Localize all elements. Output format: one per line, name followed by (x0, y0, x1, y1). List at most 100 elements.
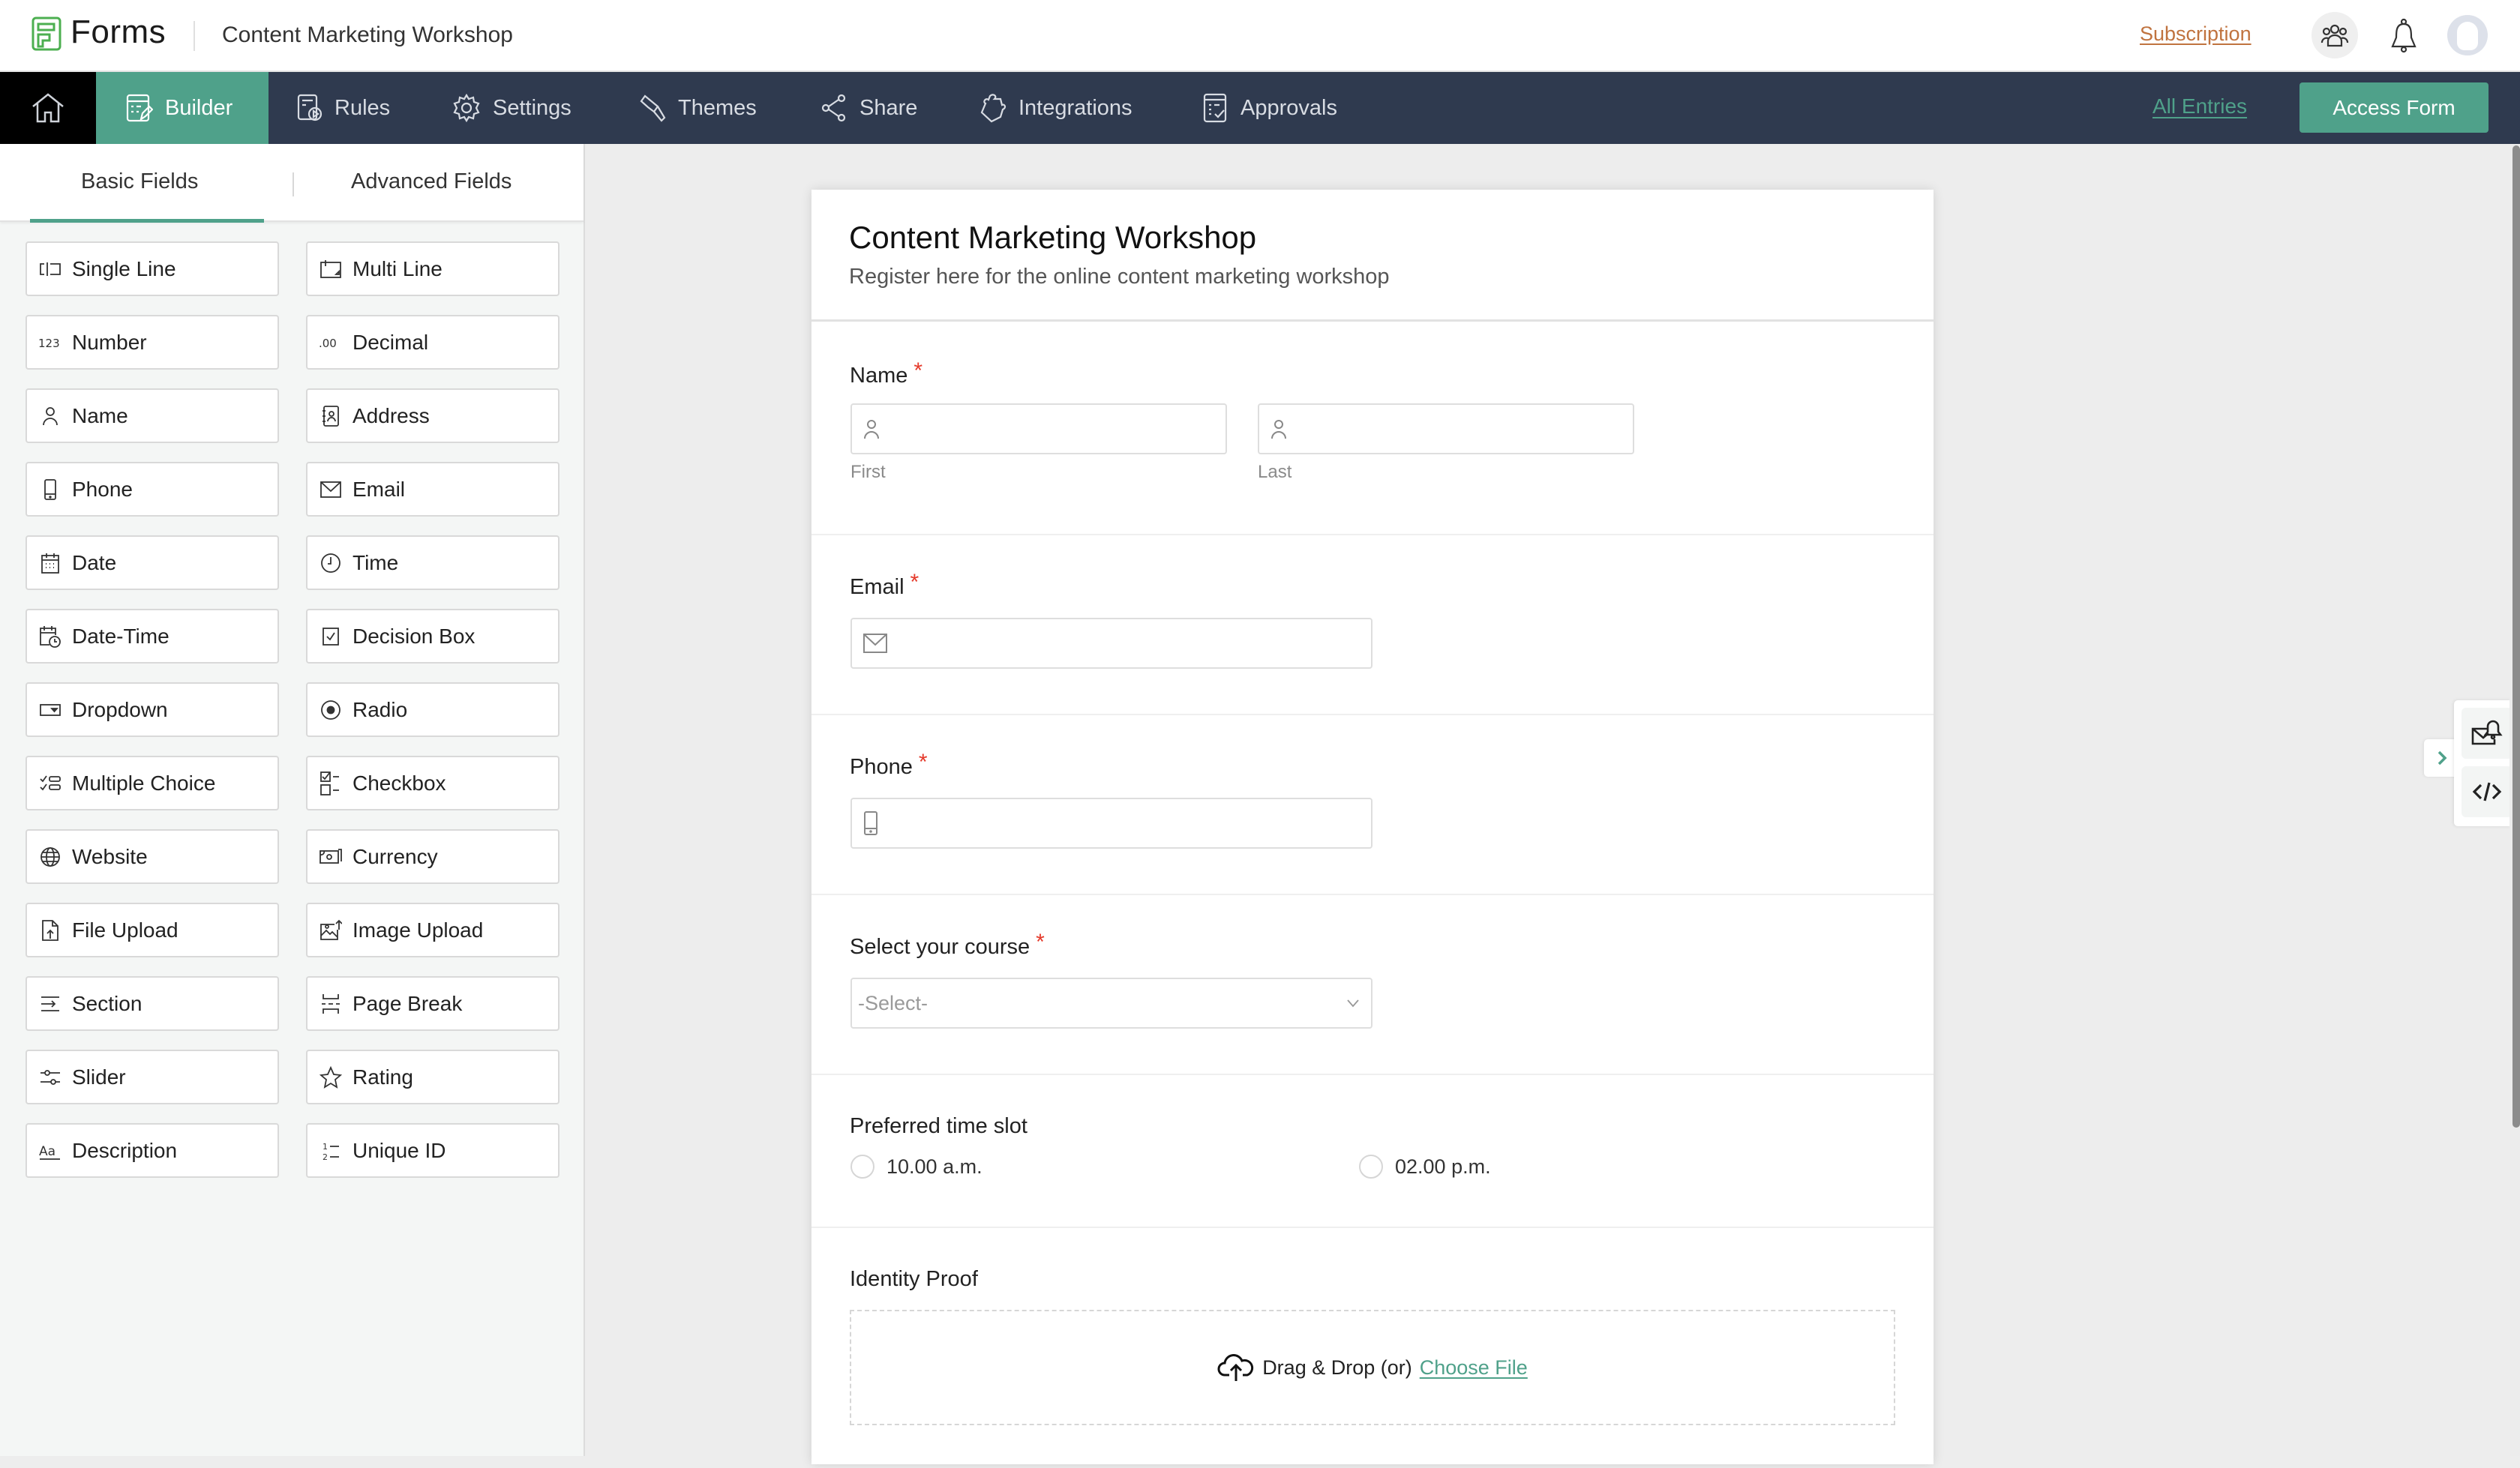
page-break-icon (318, 991, 344, 1017)
all-entries-link[interactable]: All Entries (2152, 94, 2247, 118)
user-avatar[interactable] (2447, 15, 2488, 55)
email-notification-button[interactable] (2462, 708, 2512, 759)
field-button-label: Section (72, 991, 142, 1015)
field-button-radio[interactable]: Radio (306, 682, 560, 737)
header-divider (194, 21, 195, 51)
field-button-time[interactable]: Time (306, 535, 560, 590)
email-input[interactable] (850, 618, 1372, 669)
puzzle-icon (980, 93, 1006, 123)
time-slot-field-section[interactable]: Preferred time slot 10.00 a.m. 02.00 p.m… (812, 1075, 1934, 1228)
tab-builder[interactable]: Builder (96, 72, 268, 144)
field-button-image-upload[interactable]: Image Upload (306, 903, 560, 957)
last-name-input[interactable] (1258, 403, 1634, 454)
access-form-button[interactable]: Access Form (2300, 82, 2488, 133)
field-button-label: Image Upload (352, 918, 484, 942)
field-button-date[interactable]: Date (26, 535, 279, 590)
course-label-text: Select your course (850, 935, 1030, 959)
course-label: Select your course * (850, 930, 1045, 960)
envelope-icon (862, 633, 888, 654)
active-tab-indicator (30, 219, 264, 223)
multiple-choice-icon (38, 771, 63, 796)
time-slot-option-1-label: 10.00 a.m. (886, 1155, 982, 1178)
field-button-email[interactable]: Email (306, 462, 560, 517)
field-button-phone[interactable]: Phone (26, 462, 279, 517)
field-button-currency[interactable]: Currency (306, 829, 560, 884)
file-dropzone[interactable]: Drag & Drop (or) Choose File (850, 1310, 1895, 1425)
tab-integrations[interactable]: Integrations (980, 72, 1132, 144)
choose-file-link[interactable]: Choose File (1420, 1356, 1528, 1380)
tab-share[interactable]: Share (820, 72, 917, 144)
forms-logo-icon[interactable] (32, 16, 62, 51)
tab-settings-label: Settings (493, 95, 572, 120)
home-button[interactable] (0, 72, 96, 144)
last-sublabel: Last (1258, 462, 1292, 482)
number-icon: 123 (38, 330, 63, 355)
field-button-number[interactable]: 123 Number (26, 315, 279, 370)
identity-proof-field-section[interactable]: Identity Proof Drag & Drop (or) Choose F… (812, 1228, 1934, 1468)
notifications-button[interactable] (2385, 15, 2422, 57)
field-button-label: Unique ID (352, 1138, 446, 1162)
email-notification-icon (2470, 718, 2504, 748)
email-field-section[interactable]: Email * (812, 535, 1934, 715)
field-button-file-upload[interactable]: File Upload (26, 903, 279, 957)
cloud-upload-icon (1217, 1353, 1255, 1383)
required-asterisk: * (914, 358, 923, 383)
field-button-page-break[interactable]: Page Break (306, 976, 560, 1031)
tab-themes-label: Themes (678, 95, 757, 120)
time-slot-option-1[interactable]: 10.00 a.m. (850, 1155, 982, 1179)
course-select[interactable]: -Select- (850, 978, 1372, 1029)
field-button-website[interactable]: Website (26, 829, 279, 884)
field-button-date-time[interactable]: Date-Time (26, 609, 279, 664)
address-book-icon (318, 403, 344, 429)
radio-button[interactable] (850, 1155, 874, 1179)
course-select-value: -Select- (858, 991, 928, 1014)
currency-icon (318, 844, 344, 870)
embed-code-button[interactable] (2462, 766, 2512, 817)
field-button-rating[interactable]: Rating (306, 1050, 560, 1104)
field-button-decimal[interactable]: .00 Decimal (306, 315, 560, 370)
field-button-label: Rating (352, 1065, 413, 1089)
globe-icon (38, 844, 63, 870)
field-button-checkbox[interactable]: Checkbox (306, 756, 560, 810)
form-header[interactable]: Content Marketing Workshop Register here… (812, 190, 1934, 322)
field-button-decision-box[interactable]: Decision Box (306, 609, 560, 664)
tab-settings[interactable]: Settings (452, 72, 572, 144)
field-button-label: Address (352, 403, 430, 427)
tab-themes[interactable]: Themes (639, 72, 757, 144)
field-button-description[interactable]: Aa Description (26, 1123, 279, 1178)
tab-basic-fields[interactable]: Basic Fields (81, 169, 198, 194)
phone-input[interactable] (850, 798, 1372, 849)
rules-icon (297, 94, 322, 122)
calendar-icon (38, 550, 63, 576)
phone-label-text: Phone (850, 755, 913, 779)
field-button-multi-line[interactable]: Multi Line (306, 241, 560, 296)
clock-icon (318, 550, 344, 576)
tab-approvals[interactable]: Approvals (1203, 72, 1337, 144)
subscription-link[interactable]: Subscription (2140, 22, 2252, 46)
course-field-section[interactable]: Select your course * -Select- (812, 895, 1934, 1075)
tab-rules[interactable]: Rules (297, 72, 390, 144)
field-button-dropdown[interactable]: Dropdown (26, 682, 279, 737)
field-button-section[interactable]: Section (26, 976, 279, 1031)
top-header: Forms Content Marketing Workshop Subscri… (0, 0, 2520, 72)
person-icon (862, 418, 880, 440)
phone-field-section[interactable]: Phone * (812, 715, 1934, 895)
time-slot-option-2[interactable]: 02.00 p.m. (1359, 1155, 1491, 1179)
field-button-slider[interactable]: Slider (26, 1050, 279, 1104)
name-field-section[interactable]: Name * First Last (812, 324, 1934, 535)
scrollbar-thumb[interactable] (2512, 145, 2520, 1128)
field-button-single-line[interactable]: Single Line (26, 241, 279, 296)
field-button-unique-id[interactable]: 1 2 Unique ID (306, 1123, 560, 1178)
field-button-name[interactable]: Name (26, 388, 279, 443)
envelope-icon (318, 477, 344, 502)
field-button-address[interactable]: Address (306, 388, 560, 443)
radio-button[interactable] (1359, 1155, 1383, 1179)
tab-divider (292, 172, 294, 196)
field-button-multiple-choice[interactable]: Multiple Choice (26, 756, 279, 810)
field-button-label: Radio (352, 697, 408, 721)
first-name-input[interactable] (850, 403, 1227, 454)
tab-advanced-fields[interactable]: Advanced Fields (351, 169, 512, 194)
form-card: Content Marketing Workshop Register here… (812, 190, 1934, 1464)
team-button[interactable] (2312, 12, 2358, 58)
brand-name: Forms (70, 13, 166, 50)
